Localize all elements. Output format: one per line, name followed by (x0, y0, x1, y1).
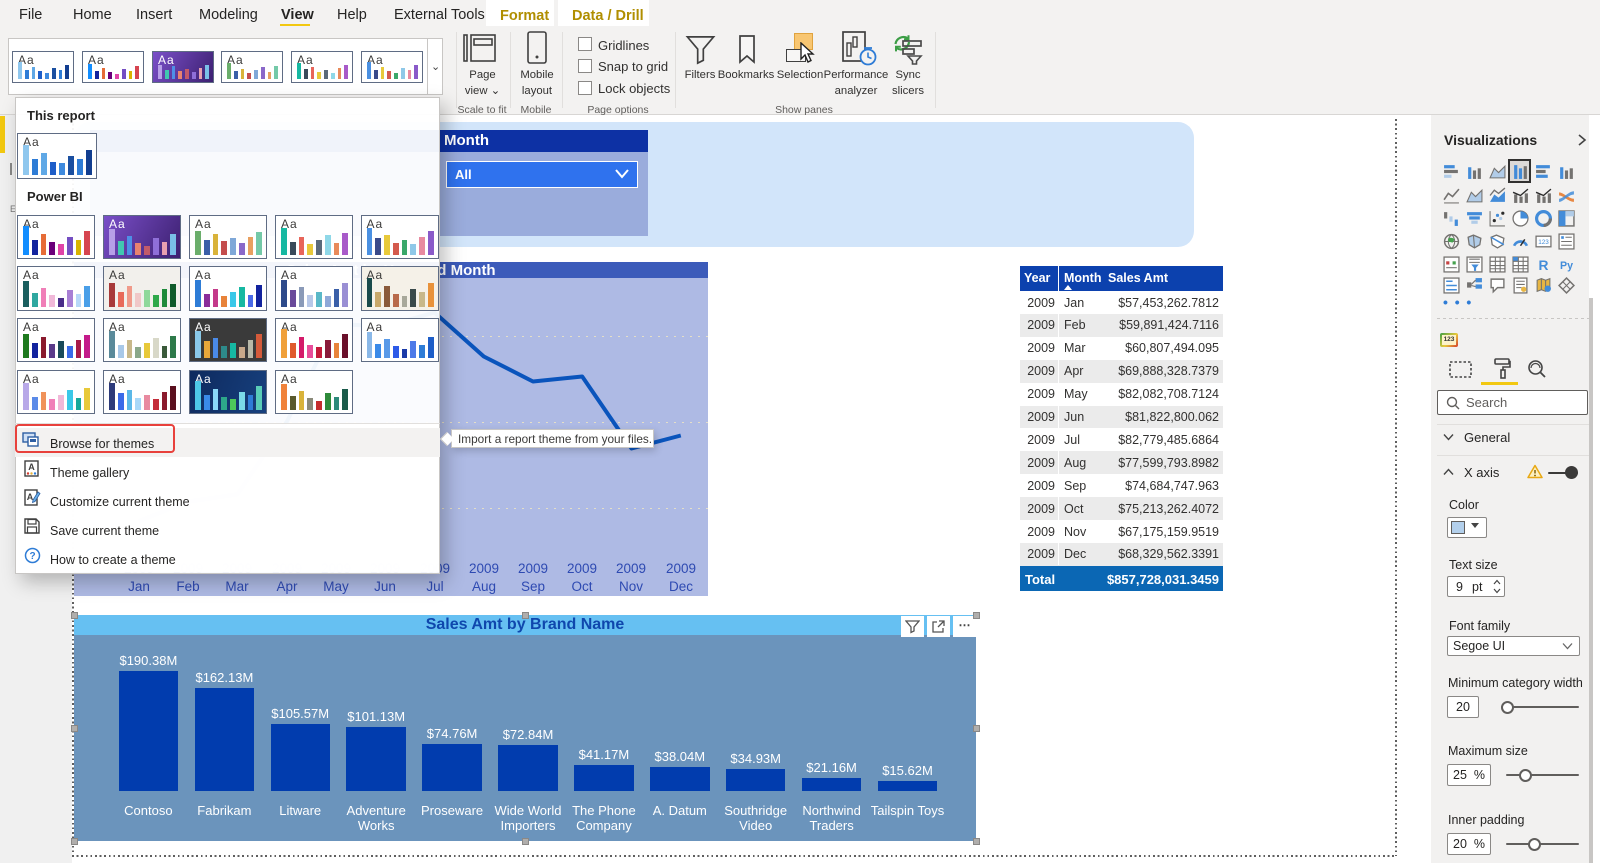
svg-text:123: 123 (1538, 239, 1549, 246)
svg-text:A: A (28, 462, 35, 472)
svg-text:?: ? (29, 551, 35, 562)
svg-text:Py: Py (1560, 260, 1573, 272)
svg-text:R: R (1539, 257, 1549, 273)
